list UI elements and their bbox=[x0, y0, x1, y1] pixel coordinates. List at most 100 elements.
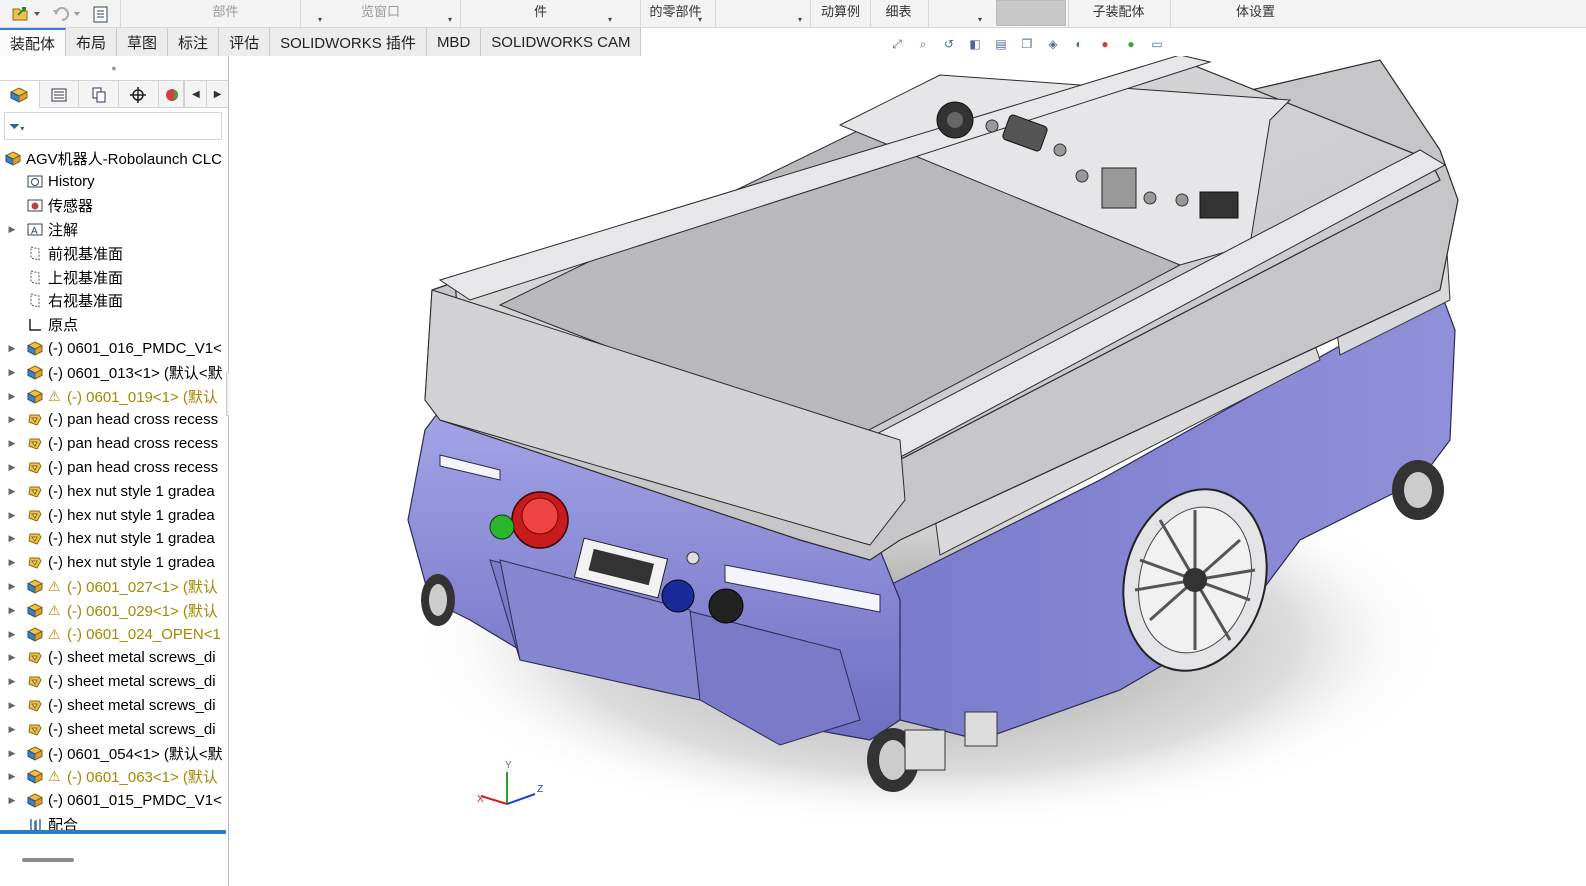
expand-arrow-icon[interactable]: ▶ bbox=[6, 605, 18, 616]
ribbon-command-5[interactable]: 动算例 bbox=[810, 0, 870, 28]
dropdown-arrow-icon[interactable]: ▾ bbox=[698, 15, 702, 24]
dropdown-arrow-icon[interactable]: ▾ bbox=[798, 15, 802, 24]
tree-item[interactable]: 原点 bbox=[0, 313, 228, 337]
apply-scene-icon[interactable]: ● bbox=[1122, 36, 1140, 52]
tree-item[interactable]: ▶ (-) 0601_015_PMDC_V1< bbox=[0, 789, 228, 813]
tab-6[interactable]: MBD bbox=[426, 28, 482, 56]
tree-item[interactable]: ▶ A 注解 bbox=[0, 217, 228, 241]
agv-robot-model[interactable] bbox=[229, 56, 1586, 886]
open-icon[interactable] bbox=[10, 4, 44, 24]
tree-item[interactable]: ▶ ⚠ (-) 0601_024_OPEN<1 bbox=[0, 622, 228, 646]
tree-item[interactable]: ▶ (-) 0601_013<1> (默认<默 bbox=[0, 360, 228, 384]
tree-item[interactable]: ▶ (-) 0601_016_PMDC_V1< bbox=[0, 336, 228, 360]
expand-arrow-icon[interactable]: ▶ bbox=[6, 510, 18, 521]
tree-item[interactable]: 传感器 bbox=[0, 194, 228, 218]
tree-item[interactable]: ▶ ⚠ (-) 0601_029<1> (默认 bbox=[0, 598, 228, 622]
featuremanager-tab-icon[interactable] bbox=[0, 81, 40, 108]
tree-item[interactable]: ▶ (-) hex nut style 1 gradea bbox=[0, 479, 228, 503]
ribbon-command-3[interactable]: 的零部件 ▾ bbox=[640, 0, 710, 28]
ribbon-command-6[interactable]: 细表 bbox=[870, 0, 926, 28]
panel-grip[interactable]: ● bbox=[0, 56, 228, 80]
expand-arrow-icon[interactable]: ▶ bbox=[6, 486, 18, 497]
previous-view-icon[interactable]: ↺ bbox=[940, 36, 958, 52]
dropdown-arrow-icon[interactable]: ▾ bbox=[978, 15, 982, 24]
tree-item[interactable]: ▶ (-) hex nut style 1 gradea bbox=[0, 527, 228, 551]
tree-item[interactable]: 右视基准面 bbox=[0, 289, 228, 313]
graphics-area[interactable]: X Y Z bbox=[229, 56, 1586, 886]
tree-item[interactable]: ▶ (-) pan head cross recess bbox=[0, 432, 228, 456]
expand-arrow-icon[interactable]: ▶ bbox=[6, 367, 18, 378]
tree-item[interactable]: ▶ ⚠ (-) 0601_063<1> (默认 bbox=[0, 765, 228, 789]
tree-item[interactable]: ▶ (-) sheet metal screws_di bbox=[0, 717, 228, 741]
expand-arrow-icon[interactable]: ▶ bbox=[6, 724, 18, 735]
view-orientation-icon[interactable]: ❒ bbox=[1018, 36, 1036, 52]
expand-arrow-icon[interactable]: ▶ bbox=[6, 391, 18, 402]
ribbon-command-8[interactable]: 子装配体 bbox=[1068, 0, 1168, 28]
tree-filter[interactable]: ⏷▾ bbox=[4, 112, 222, 140]
tab-2[interactable]: 草图 bbox=[117, 28, 169, 56]
expand-arrow-icon[interactable]: ▶ bbox=[6, 652, 18, 663]
tab-1[interactable]: 布局 bbox=[66, 28, 118, 56]
tab-scroll-left-icon[interactable]: ◀ bbox=[184, 81, 206, 108]
tree-item[interactable]: ▶ (-) sheet metal screws_di bbox=[0, 670, 228, 694]
dropdown-arrow-icon[interactable]: ▾ bbox=[608, 15, 612, 24]
expand-arrow-icon[interactable]: ▶ bbox=[6, 700, 18, 711]
hide-show-icon[interactable]: ◐ bbox=[1070, 36, 1088, 52]
rollback-bar[interactable] bbox=[0, 830, 226, 834]
expand-arrow-icon[interactable]: ▶ bbox=[6, 343, 18, 354]
tree-item[interactable]: ▶ (-) hex nut style 1 gradea bbox=[0, 503, 228, 527]
tab-scroll-right-icon[interactable]: ▶ bbox=[206, 81, 228, 108]
zoom-area-icon[interactable]: ⌕ bbox=[914, 36, 932, 52]
expand-arrow-icon[interactable]: ▶ bbox=[6, 462, 18, 473]
ribbon-command-2[interactable]: 件 ▾ bbox=[460, 0, 620, 28]
expand-arrow-icon[interactable]: ▶ bbox=[6, 557, 18, 568]
tree-item[interactable]: 前视基准面 bbox=[0, 241, 228, 265]
ribbon-command-9[interactable]: 体设置 bbox=[1170, 0, 1340, 28]
tree-item[interactable]: ▶ (-) sheet metal screws_di bbox=[0, 646, 228, 670]
display-manager-tab-icon[interactable] bbox=[159, 81, 185, 108]
tree-item[interactable]: ▶ (-) pan head cross recess bbox=[0, 408, 228, 432]
expand-arrow-icon[interactable]: ▶ bbox=[6, 676, 18, 687]
configurationmanager-tab-icon[interactable] bbox=[79, 81, 119, 108]
ribbon-command-4[interactable]: ▾ bbox=[715, 0, 810, 28]
tree-item[interactable]: ▶ ⚠ (-) 0601_027<1> (默认 bbox=[0, 574, 228, 598]
propertymanager-tab-icon[interactable] bbox=[40, 81, 80, 108]
expand-arrow-icon[interactable]: ▶ bbox=[6, 533, 18, 544]
tab-4[interactable]: 评估 bbox=[219, 28, 271, 56]
expand-arrow-icon[interactable]: ▶ bbox=[6, 224, 18, 235]
ribbon-highlight[interactable] bbox=[996, 0, 1066, 26]
expand-arrow-icon[interactable]: ▶ bbox=[6, 581, 18, 592]
edit-appearance-icon[interactable]: ● bbox=[1096, 36, 1114, 52]
display-style-icon[interactable]: ◈ bbox=[1044, 36, 1062, 52]
tree-item[interactable]: ▶ (-) pan head cross recess bbox=[0, 455, 228, 479]
tree-item[interactable]: History bbox=[0, 170, 228, 194]
expand-arrow-icon[interactable]: ▶ bbox=[6, 414, 18, 425]
horizontal-scrollbar[interactable] bbox=[22, 858, 74, 862]
ribbon-command-1[interactable]: 览窗口 ▾ bbox=[300, 0, 460, 28]
expand-arrow-icon[interactable]: ▶ bbox=[6, 629, 18, 640]
ribbon-command-0[interactable]: 部件 ▾ bbox=[120, 0, 330, 28]
dynamic-annotation-icon[interactable]: ▤ bbox=[992, 36, 1010, 52]
options-icon[interactable] bbox=[92, 4, 110, 24]
zoom-to-fit-icon[interactable]: ⤢ bbox=[888, 36, 906, 52]
tree-item[interactable]: 上视基准面 bbox=[0, 265, 228, 289]
dimxpert-tab-icon[interactable] bbox=[119, 81, 159, 108]
expand-arrow-icon[interactable]: ▶ bbox=[6, 771, 18, 782]
ribbon-command-7[interactable]: ▾ bbox=[928, 0, 990, 28]
tab-5[interactable]: SOLIDWORKS 插件 bbox=[270, 28, 427, 56]
dropdown-arrow-icon[interactable]: ▾ bbox=[448, 15, 452, 24]
tab-3[interactable]: 标注 bbox=[168, 28, 220, 56]
tree-item[interactable]: ▶ (-) hex nut style 1 gradea bbox=[0, 551, 228, 575]
undo-icon[interactable] bbox=[50, 4, 84, 24]
filter-icon[interactable]: ⏷▾ bbox=[9, 118, 24, 135]
tree-root[interactable]: AGV机器人-Robolaunch CLC bbox=[0, 146, 228, 170]
expand-arrow-icon[interactable]: ▶ bbox=[6, 795, 18, 806]
tab-7[interactable]: SOLIDWORKS CAM bbox=[481, 28, 642, 56]
expand-arrow-icon[interactable]: ▶ bbox=[6, 438, 18, 449]
tree-item[interactable]: ▶ (-) sheet metal screws_di bbox=[0, 693, 228, 717]
expand-arrow-icon[interactable]: ▶ bbox=[6, 748, 18, 759]
view-settings-icon[interactable]: ▭ bbox=[1148, 36, 1166, 52]
section-view-icon[interactable]: ◧ bbox=[966, 36, 984, 52]
tree-item[interactable]: ▶ (-) 0601_054<1> (默认<默 bbox=[0, 741, 228, 765]
tree-item[interactable]: ▶ ⚠ (-) 0601_019<1> (默认 bbox=[0, 384, 228, 408]
